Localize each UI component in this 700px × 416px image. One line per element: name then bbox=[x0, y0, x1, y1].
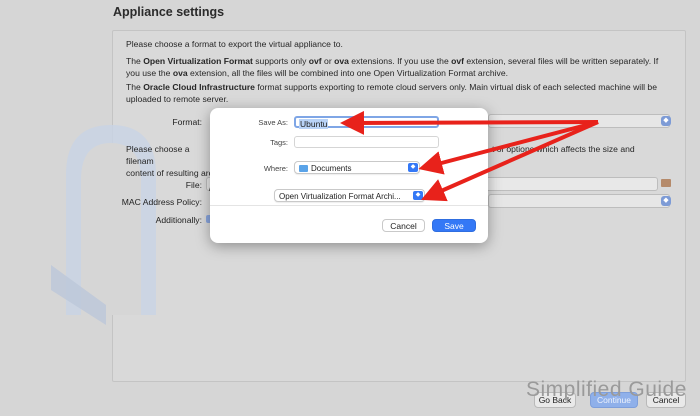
annotation-arrows bbox=[340, 110, 599, 202]
arrow-to-save-as bbox=[340, 110, 599, 135]
